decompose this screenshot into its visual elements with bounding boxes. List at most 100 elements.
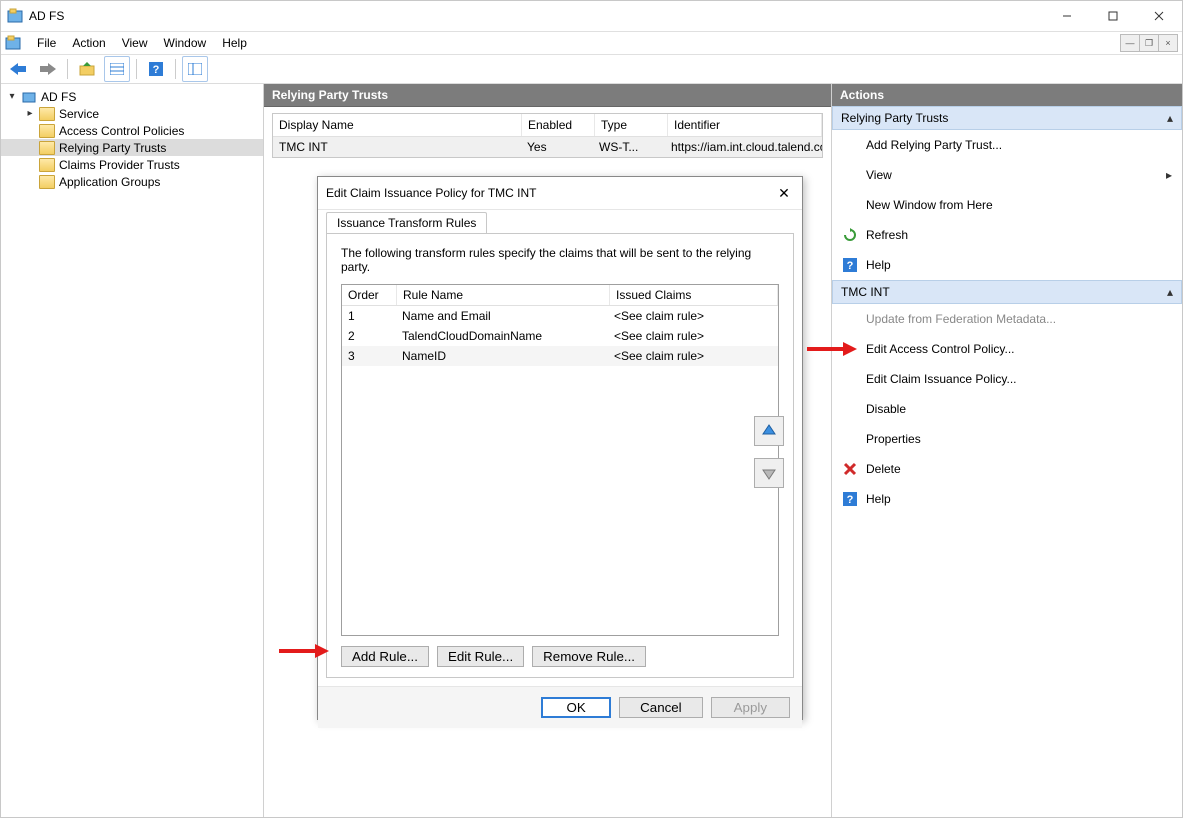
nav-back-button[interactable] <box>5 56 31 82</box>
actions-pane: Actions Relying Party Trusts ▴ Add Relyi… <box>831 84 1182 817</box>
rule-row[interactable]: 1Name and Email<See claim rule> <box>342 306 778 326</box>
action-help-2[interactable]: ?Help <box>832 484 1182 514</box>
action-help[interactable]: ? Help <box>832 250 1182 280</box>
center-header: Relying Party Trusts <box>264 84 831 107</box>
action-refresh[interactable]: Refresh <box>832 220 1182 250</box>
app-window: AD FS File Action View Window Help — ❐ ×… <box>0 0 1183 818</box>
action-add-rpt[interactable]: Add Relying Party Trust... <box>832 130 1182 160</box>
add-rule-button[interactable]: Add Rule... <box>341 646 429 667</box>
rules-header: Order Rule Name Issued Claims <box>342 285 778 306</box>
col-identifier[interactable]: Identifier <box>668 114 822 136</box>
view-list-button[interactable] <box>104 56 130 82</box>
expand-icon[interactable]: ▾ <box>7 91 17 102</box>
app-icon <box>7 8 23 24</box>
table-row[interactable]: TMC INT Yes WS-T... https://iam.int.clou… <box>273 137 822 157</box>
close-button[interactable] <box>1136 1 1182 31</box>
actions-header: Actions <box>832 84 1182 106</box>
rule-row[interactable]: 2TalendCloudDomainName<See claim rule> <box>342 326 778 346</box>
action-label: Help <box>866 258 891 272</box>
delete-icon <box>842 461 858 477</box>
submenu-icon: ▸ <box>1166 168 1172 182</box>
rule-row[interactable]: 3NameID<See claim rule> <box>342 346 778 366</box>
action-disable[interactable]: Disable <box>832 394 1182 424</box>
view-detail-button[interactable] <box>182 56 208 82</box>
maximize-button[interactable] <box>1090 1 1136 31</box>
tree-item-label: Relying Party Trusts <box>59 141 166 155</box>
col-rule-name[interactable]: Rule Name <box>397 285 610 305</box>
action-edit-acp[interactable]: Edit Access Control Policy... <box>832 334 1182 364</box>
action-delete[interactable]: Delete <box>832 454 1182 484</box>
expand-icon[interactable]: ▸ <box>25 108 35 119</box>
action-properties[interactable]: Properties <box>832 424 1182 454</box>
tree-pane[interactable]: ▾ AD FS ▸ Service Access Control Policie… <box>1 84 264 817</box>
actions-section-tmc[interactable]: TMC INT ▴ <box>832 280 1182 304</box>
col-order[interactable]: Order <box>342 285 397 305</box>
action-label: Add Relying Party Trust... <box>866 138 1002 152</box>
action-update-metadata: Update from Federation Metadata... <box>832 304 1182 334</box>
svg-text:?: ? <box>847 494 854 506</box>
col-enabled[interactable]: Enabled <box>522 114 595 136</box>
dialog-titlebar: Edit Claim Issuance Policy for TMC INT ✕ <box>318 177 802 209</box>
rules-list[interactable]: Order Rule Name Issued Claims 1Name and … <box>341 284 779 636</box>
nav-forward-button[interactable] <box>35 56 61 82</box>
tree-root[interactable]: ▾ AD FS <box>1 88 263 105</box>
action-label: Update from Federation Metadata... <box>866 312 1056 326</box>
folder-icon <box>39 175 55 189</box>
tab-issuance-transform[interactable]: Issuance Transform Rules <box>326 212 487 233</box>
actions-section-rpt[interactable]: Relying Party Trusts ▴ <box>832 106 1182 130</box>
menu-action[interactable]: Action <box>64 34 113 52</box>
mdi-restore[interactable]: ❐ <box>1139 34 1159 52</box>
titlebar: AD FS <box>1 1 1182 32</box>
minimize-button[interactable] <box>1044 1 1090 31</box>
tree-item-service[interactable]: ▸ Service <box>1 105 263 122</box>
folder-icon <box>39 141 55 155</box>
move-down-button[interactable] <box>754 458 784 488</box>
ok-button[interactable]: OK <box>541 697 611 718</box>
tree-item-appgroups[interactable]: Application Groups <box>1 173 263 190</box>
menu-file[interactable]: File <box>29 34 64 52</box>
folder-icon <box>39 158 55 172</box>
tree-item-rpt[interactable]: Relying Party Trusts <box>1 139 263 156</box>
action-label: Edit Access Control Policy... <box>866 342 1015 356</box>
mdi-icon <box>5 35 21 51</box>
collapse-icon[interactable]: ▴ <box>1167 285 1173 299</box>
menu-help[interactable]: Help <box>214 34 255 52</box>
svg-text:?: ? <box>153 64 160 76</box>
rpt-table: Display Name Enabled Type Identifier TMC… <box>272 113 823 158</box>
menu-view[interactable]: View <box>114 34 156 52</box>
cell-type: WS-T... <box>593 137 665 157</box>
svg-text:?: ? <box>847 260 854 272</box>
cancel-button[interactable]: Cancel <box>619 697 703 718</box>
action-edit-cip[interactable]: Edit Claim Issuance Policy... <box>832 364 1182 394</box>
tree-item-acp[interactable]: Access Control Policies <box>1 122 263 139</box>
section-title: TMC INT <box>841 285 890 299</box>
mdi-minimize[interactable]: — <box>1120 34 1140 52</box>
action-label: Delete <box>866 462 901 476</box>
col-display-name[interactable]: Display Name <box>273 114 522 136</box>
reorder-buttons <box>754 416 784 488</box>
remove-rule-button[interactable]: Remove Rule... <box>532 646 646 667</box>
dialog-close-button[interactable]: ✕ <box>774 183 794 203</box>
tree-item-label: Access Control Policies <box>59 124 184 138</box>
action-label: New Window from Here <box>866 198 993 212</box>
edit-rule-button[interactable]: Edit Rule... <box>437 646 524 667</box>
cell-display-name: TMC INT <box>273 137 521 157</box>
menu-window[interactable]: Window <box>156 34 215 52</box>
col-type[interactable]: Type <box>595 114 668 136</box>
move-up-button[interactable] <box>754 416 784 446</box>
action-view[interactable]: View▸ <box>832 160 1182 190</box>
cell-enabled: Yes <box>521 137 593 157</box>
tree-item-label: Claims Provider Trusts <box>59 158 180 172</box>
tree-root-label: AD FS <box>41 90 76 104</box>
up-folder-button[interactable] <box>74 56 100 82</box>
collapse-icon[interactable]: ▴ <box>1167 111 1173 125</box>
tree-item-cpt[interactable]: Claims Provider Trusts <box>1 156 263 173</box>
help-icon: ? <box>842 257 858 273</box>
tree-item-label: Service <box>59 107 99 121</box>
help-button[interactable]: ? <box>143 56 169 82</box>
mdi-close[interactable]: × <box>1158 34 1178 52</box>
adfs-icon <box>21 89 37 105</box>
action-new-window[interactable]: New Window from Here <box>832 190 1182 220</box>
mdi-controls: — ❐ × <box>1121 34 1178 52</box>
col-issued[interactable]: Issued Claims <box>610 285 778 305</box>
